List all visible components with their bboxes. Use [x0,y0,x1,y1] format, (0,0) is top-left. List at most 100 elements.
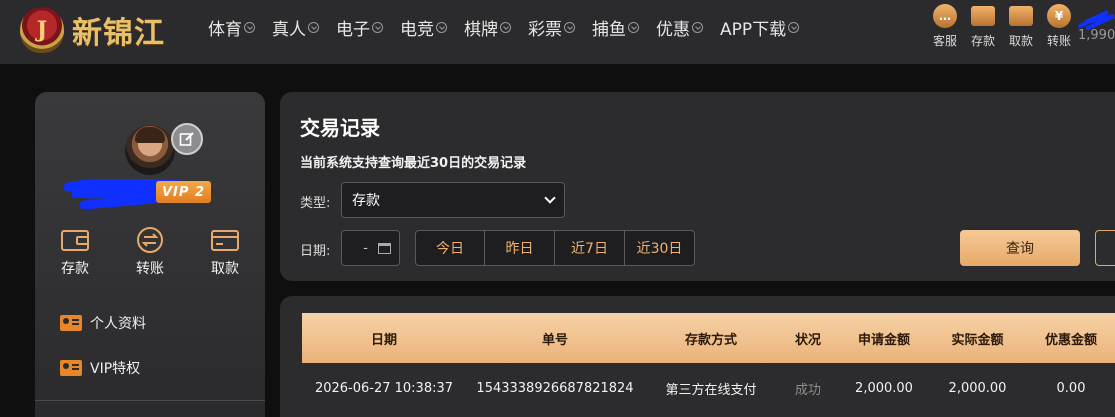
edit-avatar-button[interactable] [171,123,203,155]
tool-label: 取款 [1008,34,1033,48]
nav-label: 优惠 [656,19,690,40]
quick-deposit[interactable]: 存款 [45,226,105,278]
cell-order-number: 1543338926687821824 [476,380,634,396]
nav-label: 棋牌 [464,19,498,40]
nav-item-cards[interactable]: 棋牌 [464,16,511,40]
cell-bonus-amount: 0.00 [1056,380,1086,396]
nav-label: 真人 [272,19,306,40]
page-title: 交易记录 [300,116,380,140]
chevron-down-icon [244,21,255,33]
nav-item-app-download[interactable]: APP下载 [720,16,800,40]
nav-label: 捕鱼 [592,19,626,40]
withdraw-icon [1009,6,1033,26]
brand-logo[interactable]: J 新锦江 [20,4,165,56]
quick-action-label: 存款 [61,261,89,277]
logo-badge-icon: J [20,7,64,53]
tool-label: 客服 [932,34,957,48]
chevron-down-icon [308,21,319,33]
header-tools: … 客服 存款 取款 ¥ 转账 [926,4,1078,49]
chevron-down-icon [788,21,800,33]
chevron-down-icon [372,21,383,33]
quick-transfer[interactable]: 转账 [120,226,180,278]
card-icon [211,230,239,251]
nav-item-promotions[interactable]: 优惠 [656,16,703,40]
chevron-down-icon [564,21,575,33]
column-header: 实际金额 [951,332,1004,348]
range-30days-button[interactable]: 近30日 [625,230,695,266]
avatar[interactable] [125,125,175,175]
nav-item-sports[interactable]: 体育 [208,16,255,40]
top-bar: J 新锦江 体育 真人 电子 电竞 棋牌 彩票 捕鱼 优惠 APP下载 … 客服… [0,0,1115,64]
redaction-scribble [1078,10,1115,30]
quick-date-range-group: 今日 昨日 近7日 近30日 [415,230,695,266]
nav-label: 彩票 [528,19,562,40]
tool-label: 存款 [970,34,995,48]
nav-label: APP下载 [720,19,787,40]
range-7days-button[interactable]: 近7日 [555,230,625,266]
transaction-table-panel: 日期 单号 存款方式 状况 申请金额 实际金额 优惠金额 2026-06-27 … [280,296,1115,417]
main-nav: 体育 真人 电子 电竞 棋牌 彩票 捕鱼 优惠 APP下载 [208,16,816,40]
tool-customer-service[interactable]: … 客服 [926,4,964,49]
column-header: 存款方式 [684,332,737,348]
menu-item-profile[interactable]: 个人资料 [60,313,146,333]
cell-requested-amount: 2,000.00 [855,380,913,396]
column-header: 单号 [541,332,568,348]
date-range-input[interactable]: - [341,230,400,266]
tool-deposit[interactable]: 存款 [964,4,1002,49]
cell-status: 成功 [794,382,821,398]
account-balance: 1,990 [1078,28,1115,43]
id-card-icon [60,360,82,376]
brand-name: 新锦江 [72,16,165,51]
cell-date: 2026-06-27 10:38:37 [314,380,454,396]
range-today-button[interactable]: 今日 [415,230,485,266]
coin-icon: ¥ [1047,4,1071,28]
nav-label: 电子 [336,19,370,40]
cell-actual-amount: 2,000.00 [948,380,1007,396]
secondary-button[interactable] [1095,230,1115,266]
wallet-icon [971,6,995,26]
quick-withdraw[interactable]: 取款 [195,226,255,278]
nav-item-fishing[interactable]: 捕鱼 [592,16,639,40]
chevron-down-icon [544,192,556,204]
nav-label: 体育 [208,19,242,40]
chevron-down-icon [628,21,639,33]
logo-badge-letter: J [36,17,48,43]
quick-action-label: 转账 [136,261,164,277]
wallet-icon [61,230,89,251]
type-select[interactable]: 存款 [341,182,565,218]
chevron-down-icon [500,21,511,33]
chevron-down-icon [692,21,703,33]
edit-icon [179,132,194,146]
tool-withdraw[interactable]: 取款 [1002,4,1040,49]
table-row[interactable]: 2026-06-27 10:38:37 1543338926687821824 … [302,363,1115,413]
page-subtitle: 当前系统支持查询最近30日的交易记录 [300,156,527,171]
chevron-down-icon [436,21,447,33]
user-sidebar: VIP 2 存款 转账 取款 个人资料 VIP特权 [35,92,265,417]
nav-item-slots[interactable]: 电子 [336,16,383,40]
menu-item-vip[interactable]: VIP特权 [60,358,140,378]
divider [35,400,265,401]
column-header: 日期 [370,332,397,348]
column-header: 优惠金额 [1044,332,1097,348]
id-card-icon [60,315,82,331]
menu-item-label: VIP特权 [90,361,141,377]
quick-action-label: 取款 [211,261,239,277]
type-label: 类型: [300,196,331,211]
cell-deposit-method: 第三方在线支付 [665,382,757,398]
type-select-value: 存款 [352,193,380,209]
date-label: 日期: [300,244,331,259]
menu-item-label: 个人资料 [90,316,146,332]
nav-item-esports[interactable]: 电竞 [400,16,447,40]
nav-item-live[interactable]: 真人 [272,16,319,40]
tool-transfer[interactable]: ¥ 转账 [1040,4,1078,49]
calendar-icon [378,242,391,254]
table-header: 日期 单号 存款方式 状况 申请金额 实际金额 优惠金额 [302,313,1115,363]
vip-level-badge: VIP 2 [156,181,211,203]
transfer-icon [137,227,163,253]
column-header: 申请金额 [857,332,910,348]
range-yesterday-button[interactable]: 昨日 [485,230,555,266]
nav-item-lottery[interactable]: 彩票 [528,16,575,40]
tool-label: 转账 [1046,34,1071,48]
chat-icon: … [933,4,957,28]
query-button[interactable]: 查询 [960,230,1080,266]
